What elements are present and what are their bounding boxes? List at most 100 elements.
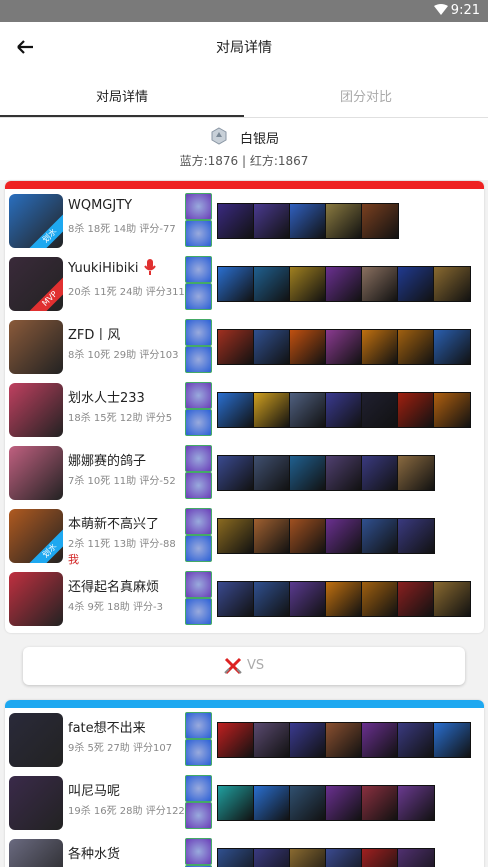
summoner-spell-icon [185,802,212,829]
item-icon [254,393,290,427]
player-name: YuukiHibiki [68,261,139,276]
player-avatar[interactable]: 划水 [9,509,63,563]
item-icon [254,723,290,757]
item-icon [218,330,254,364]
player-stats: 18杀 15死 12助 评分5 [68,413,173,424]
item-icon [326,330,362,364]
item-icon [290,723,326,757]
summoner-spell-icon [185,508,212,535]
vs-label: VS [247,658,265,673]
item-icon [290,849,326,867]
item-icon [254,519,290,553]
item-icon [362,456,398,490]
player-badge: 划水 [26,527,63,563]
app-bar: 对局详情 [0,22,488,72]
player-row[interactable]: MVP YuukiHibiki 20杀 11死 24助 评分311 [5,252,484,315]
player-avatar[interactable] [9,383,63,437]
summoner-spell-icon [185,775,212,802]
player-row[interactable]: fate想不出来 9杀 5死 27助 评分107 [5,708,484,771]
silver-rank-icon [211,127,227,145]
item-icon [362,330,398,364]
summoner-spell-icon [185,346,212,373]
mvp-mic-icon [144,259,156,275]
player-row[interactable]: 各种水货12杀 9死 21助 评分-6 [5,834,484,867]
item-build [217,392,471,428]
item-icon [326,456,362,490]
item-icon [326,393,362,427]
item-icon [254,456,290,490]
item-icon [398,849,434,867]
team-score-line: 蓝方:1876 | 红方:1867 [179,154,309,168]
summoner-spell-icon [185,571,212,598]
player-avatar[interactable] [9,320,63,374]
player-avatar[interactable]: 划水 [9,194,63,248]
item-icon [326,519,362,553]
player-name: fate想不出来 [68,721,146,736]
item-icon [398,267,434,301]
summoner-spell-icon [185,712,212,739]
item-icon [254,786,290,820]
player-avatar[interactable] [9,776,63,830]
item-icon [362,582,398,616]
item-icon [290,786,326,820]
item-icon [290,267,326,301]
item-icon [254,204,290,238]
item-icon [290,204,326,238]
summoner-spell-icon [185,472,212,499]
item-icon [290,330,326,364]
player-row[interactable]: 划水 本萌新不高兴了 2杀 11死 13助 评分-88 我 [5,504,484,567]
player-avatar[interactable]: MVP [9,257,63,311]
player-avatar[interactable] [9,572,63,626]
player-name: 各种水货 [68,847,121,862]
item-icon [254,582,290,616]
item-icon [434,393,470,427]
item-build [217,455,435,491]
player-row[interactable]: ZFD丨风 8杀 10死 29助 评分103 [5,315,484,378]
player-row[interactable]: 划水 WQMGJTY 8杀 18死 14助 评分-77 [5,189,484,252]
player-name: ZFD丨风 [68,328,121,343]
player-name: 娜娜赛的鸽子 [68,454,147,469]
item-icon [254,849,290,867]
player-badge: MVP [26,275,63,311]
item-icon [398,582,434,616]
item-icon [326,786,362,820]
item-icon [218,204,254,238]
player-name: 本萌新不高兴了 [68,517,160,532]
tab-team-score-compare[interactable]: 团分对比 [244,86,488,105]
player-avatar[interactable] [9,446,63,500]
blue-team-bar [5,700,484,708]
player-row[interactable]: 娜娜赛的鸽子 7杀 10死 11助 评分-52 [5,441,484,504]
player-name: 还得起名真麻烦 [68,580,160,595]
summoner-spell-icon [185,445,212,472]
player-name: WQMGJTY [68,198,133,213]
item-icon [362,849,398,867]
item-icon [398,723,434,757]
player-avatar[interactable] [9,839,63,867]
item-icon [254,267,290,301]
summoner-spell-icon [185,256,212,283]
tab-match-detail[interactable]: 对局详情 [0,86,244,105]
item-icon [218,267,254,301]
item-build [217,722,471,758]
item-icon [434,267,470,301]
player-stats: 4杀 9死 18助 评分-3 [68,602,163,613]
item-icon [362,204,398,238]
item-build [217,581,471,617]
item-icon [398,456,434,490]
player-row[interactable]: 叫尼马呢 19杀 16死 28助 评分122 [5,771,484,834]
item-icon [218,519,254,553]
item-icon [434,723,470,757]
summoner-spell-icon [185,739,212,766]
player-row[interactable]: 还得起名真麻烦 4杀 9死 18助 评分-3 [5,567,484,630]
summoner-spell-icon [185,319,212,346]
match-header: 白银局 蓝方:1876 | 红方:1867 [0,118,488,180]
item-icon [218,786,254,820]
player-name: 叫尼马呢 [68,784,121,799]
tab-bar: 对局详情 团分对比 [0,72,488,118]
player-row[interactable]: 划水人士233 18杀 15死 12助 评分5 [5,378,484,441]
item-icon [326,204,362,238]
summoner-spell-icon [185,535,212,562]
player-avatar[interactable] [9,713,63,767]
summoner-spell-icon [185,598,212,625]
item-icon [218,582,254,616]
